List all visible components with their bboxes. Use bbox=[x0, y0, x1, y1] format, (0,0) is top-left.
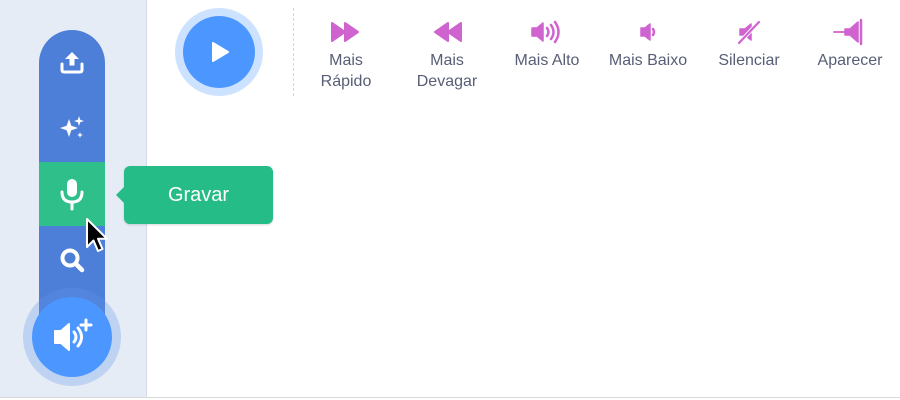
toolbar-divider bbox=[293, 8, 294, 96]
rewind-icon bbox=[434, 22, 462, 42]
search-icon bbox=[60, 248, 85, 273]
add-sound-button[interactable] bbox=[32, 297, 112, 377]
fast-forward-icon bbox=[331, 22, 359, 42]
mouse-cursor-icon bbox=[86, 218, 108, 252]
effect-slower-button[interactable]: Mais Devagar bbox=[406, 18, 488, 92]
surprise-sparkle-icon bbox=[60, 116, 84, 138]
upload-icon bbox=[60, 52, 84, 74]
mute-icon bbox=[737, 20, 761, 45]
surprise-button[interactable] bbox=[39, 96, 105, 160]
record-tooltip: Gravar bbox=[116, 166, 273, 224]
effect-softer-button[interactable]: Mais Baixo bbox=[600, 18, 696, 71]
upload-sound-button[interactable] bbox=[39, 30, 105, 94]
volume-up-icon bbox=[531, 20, 560, 44]
effect-louder-button[interactable]: Mais Alto bbox=[504, 18, 590, 71]
microphone-icon bbox=[60, 179, 84, 211]
tooltip-label: Gravar bbox=[167, 183, 230, 206]
add-sound-menu bbox=[39, 30, 105, 330]
play-sound-button[interactable] bbox=[183, 16, 255, 88]
effect-mute-button[interactable]: Silenciar bbox=[710, 18, 788, 71]
effect-fade-in-button[interactable]: Aparecer bbox=[808, 18, 892, 71]
play-icon bbox=[212, 42, 229, 62]
fade-in-icon bbox=[833, 18, 863, 46]
speaker-add-icon bbox=[54, 318, 93, 351]
bottom-divider bbox=[0, 397, 900, 398]
effect-faster-button[interactable]: Mais Rápido bbox=[306, 18, 386, 92]
volume-down-icon bbox=[640, 23, 656, 41]
